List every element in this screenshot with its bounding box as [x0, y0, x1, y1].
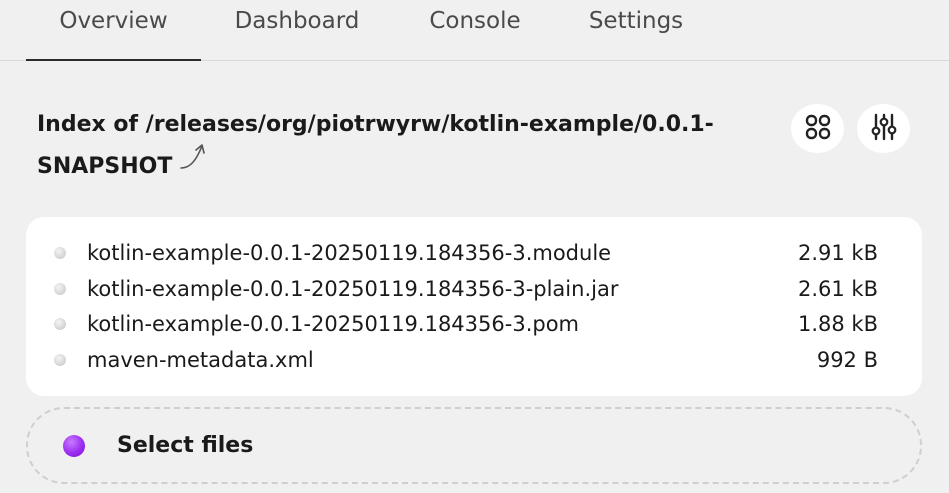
file-list: kotlin-example-0.0.1-20250119.184356-3.m… — [26, 217, 922, 396]
tab-bar: Overview Dashboard Console Settings — [0, 0, 949, 61]
bullet-icon — [54, 283, 66, 295]
list-item[interactable]: maven-metadata.xml 992 B — [26, 342, 922, 378]
tab-settings[interactable]: Settings — [582, 0, 690, 60]
file-link[interactable]: kotlin-example-0.0.1-20250119.184356-3.p… — [87, 306, 579, 342]
file-link[interactable]: kotlin-example-0.0.1-20250119.184356-3-p… — [87, 271, 618, 307]
filter-settings-button[interactable] — [857, 104, 910, 153]
file-link[interactable]: maven-metadata.xml — [87, 342, 314, 378]
file-size: 992 B — [816, 348, 878, 372]
upload-status-dot-icon — [63, 435, 85, 457]
list-item[interactable]: kotlin-example-0.0.1-20250119.184356-3.p… — [26, 306, 922, 342]
file-size: 2.91 kB — [797, 241, 878, 265]
tab-console[interactable]: Console — [420, 0, 530, 60]
list-item[interactable]: kotlin-example-0.0.1-20250119.184356-3.m… — [26, 235, 922, 271]
list-item[interactable]: kotlin-example-0.0.1-20250119.184356-3-p… — [26, 271, 922, 307]
bullet-icon — [54, 318, 66, 330]
arrow-up-icon[interactable] — [178, 141, 210, 186]
grid-view-button[interactable] — [791, 104, 844, 153]
select-files-label: Select files — [117, 433, 254, 458]
tab-dashboard[interactable]: Dashboard — [226, 0, 368, 60]
sliders-icon — [871, 113, 897, 145]
bullet-icon — [54, 354, 66, 366]
tab-overview[interactable]: Overview — [26, 0, 201, 61]
grid-view-icon — [805, 114, 831, 144]
page-title: Index of /releases/org/piotrwyrw/kotlin-… — [37, 104, 717, 188]
bullet-icon — [54, 247, 66, 259]
file-link[interactable]: kotlin-example-0.0.1-20250119.184356-3.m… — [87, 235, 611, 271]
page-title-text: Index of /releases/org/piotrwyrw/kotlin-… — [37, 112, 714, 179]
file-size: 1.88 kB — [797, 312, 878, 336]
file-upload-dropzone[interactable]: Select files — [26, 407, 922, 484]
file-size: 2.61 kB — [797, 277, 878, 301]
